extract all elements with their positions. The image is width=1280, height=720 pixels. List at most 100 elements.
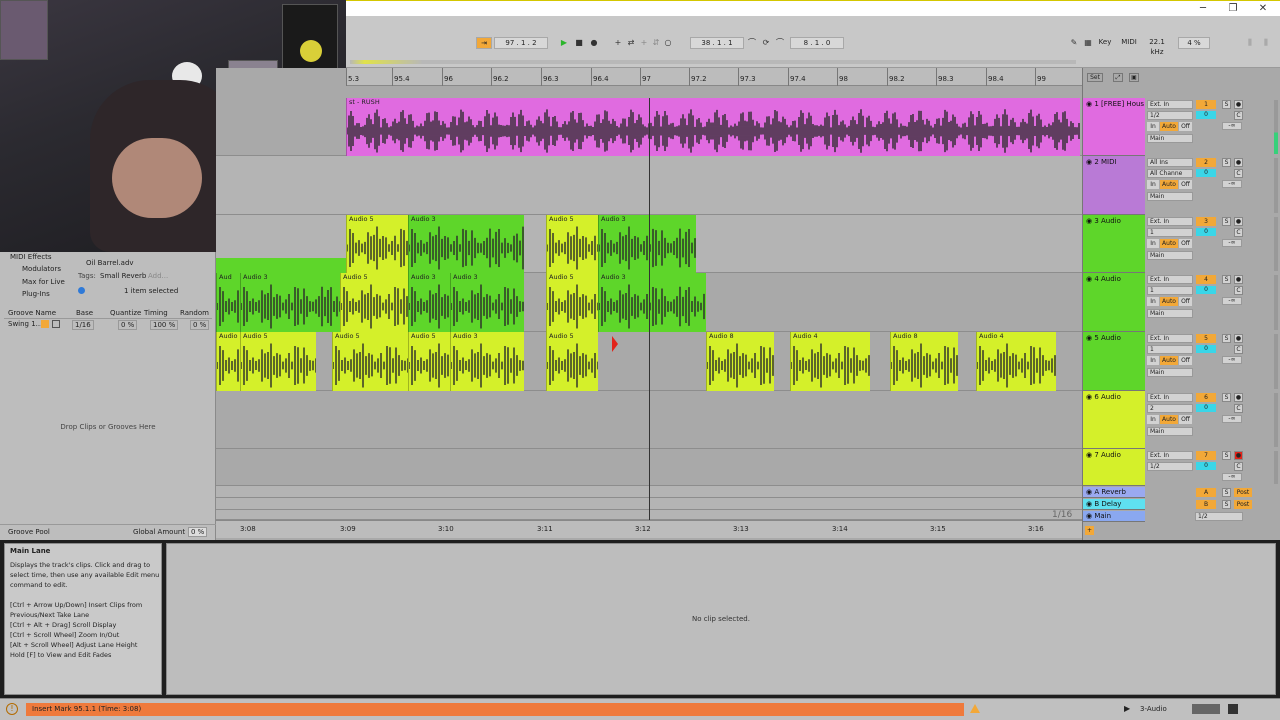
- monitor-off-button[interactable]: Off: [1179, 356, 1192, 365]
- info-icon[interactable]: [78, 287, 85, 294]
- view-toggle-icon[interactable]: ⫼: [1260, 37, 1272, 49]
- cue-button[interactable]: C: [1234, 111, 1243, 120]
- track-header[interactable]: ◉ 7 Audio: [1083, 449, 1145, 486]
- audio-clip[interactable]: Audio 3: [408, 273, 450, 332]
- return-name[interactable]: ◉ A Reverb: [1086, 488, 1126, 496]
- detail-view[interactable]: No clip selected.: [166, 543, 1276, 695]
- audio-clip[interactable]: Audio 3: [408, 215, 524, 273]
- browser-category-max-for-live[interactable]: Max for Live: [22, 278, 65, 286]
- capture-icon[interactable]: +: [638, 37, 650, 49]
- return-activator[interactable]: A: [1196, 488, 1216, 497]
- track-header[interactable]: ◉ 6 Audio: [1083, 391, 1145, 449]
- expand-icon[interactable]: ⤢: [1113, 73, 1123, 82]
- track-header[interactable]: ◉ 3 Audio: [1083, 215, 1145, 273]
- monitor-auto-button[interactable]: Auto: [1160, 122, 1178, 131]
- set-locator-button[interactable]: Set: [1087, 73, 1103, 82]
- loop-start[interactable]: 38 . 1 . 1: [690, 37, 744, 49]
- monitor-auto-button[interactable]: Auto: [1160, 356, 1178, 365]
- draw-mode-icon[interactable]: ✎: [1068, 37, 1080, 49]
- track-header[interactable]: ◉ 5 Audio: [1083, 332, 1145, 391]
- input-channel-select[interactable]: All Channe: [1147, 169, 1193, 178]
- return-solo-button[interactable]: S: [1222, 500, 1231, 509]
- loop-length[interactable]: 8 . 1 . 0: [790, 37, 844, 49]
- arm-button[interactable]: ●: [1234, 334, 1243, 343]
- input-type-select[interactable]: Ext. In: [1147, 334, 1193, 343]
- monitor-off-button[interactable]: Off: [1179, 180, 1192, 189]
- overview-icon[interactable]: ⫼: [1244, 37, 1256, 49]
- browser-category-plugins[interactable]: Plug-Ins: [22, 290, 50, 298]
- metronome-icon[interactable]: ○: [662, 37, 674, 49]
- arm-button[interactable]: ●: [1234, 217, 1243, 226]
- return-header[interactable]: ◉ B Delay: [1083, 499, 1145, 510]
- track-name[interactable]: ◉ 7 Audio: [1086, 451, 1121, 459]
- monitor-off-button[interactable]: Off: [1179, 239, 1192, 248]
- audio-clip[interactable]: Audio 3: [216, 332, 240, 391]
- time-ruler[interactable]: 3:08 3:09 3:10 3:11 3:12 3:13 3:14 3:15 3:16: [216, 520, 1082, 538]
- arm-button[interactable]: ●: [1234, 393, 1243, 402]
- add-track-icon[interactable]: +: [1085, 526, 1094, 535]
- solo-button[interactable]: S: [1222, 158, 1231, 167]
- monitor-auto-button[interactable]: Auto: [1160, 180, 1178, 189]
- output-select[interactable]: Main: [1147, 309, 1193, 318]
- monitor-auto-button[interactable]: Auto: [1160, 415, 1178, 424]
- cue-button[interactable]: C: [1234, 345, 1243, 354]
- input-channel-select[interactable]: 1/2: [1147, 462, 1193, 471]
- input-channel-select[interactable]: 1: [1147, 228, 1193, 237]
- post-button[interactable]: Post: [1234, 488, 1252, 497]
- pan-field[interactable]: -∞: [1222, 297, 1242, 305]
- volume-field[interactable]: 0: [1196, 345, 1216, 353]
- solo-button[interactable]: S: [1222, 275, 1231, 284]
- pan-field[interactable]: -∞: [1222, 415, 1242, 423]
- post-button[interactable]: Post: [1234, 500, 1252, 509]
- solo-button[interactable]: S: [1222, 100, 1231, 109]
- track-activator[interactable]: 1: [1196, 100, 1216, 109]
- input-channel-select[interactable]: 1: [1147, 345, 1193, 354]
- output-select[interactable]: Main: [1147, 134, 1193, 143]
- track-name[interactable]: ◉ 2 MIDI: [1086, 158, 1117, 166]
- input-type-select[interactable]: Ext. In: [1147, 451, 1193, 460]
- input-type-select[interactable]: Ext. In: [1147, 393, 1193, 402]
- track-activator[interactable]: 5: [1196, 334, 1216, 343]
- monitor-in-button[interactable]: In: [1147, 356, 1159, 365]
- track-name[interactable]: ◉ 6 Audio: [1086, 393, 1121, 401]
- stop-icon[interactable]: ■: [573, 37, 585, 49]
- track-name[interactable]: ◉ 5 Audio: [1086, 334, 1121, 342]
- monitor-auto-button[interactable]: Auto: [1160, 297, 1178, 306]
- main-output-select[interactable]: 1/2: [1195, 512, 1243, 521]
- cue-button[interactable]: C: [1234, 228, 1243, 237]
- groove-random[interactable]: 0 %: [190, 320, 210, 330]
- track-activator[interactable]: 4: [1196, 275, 1216, 284]
- browser-file-item[interactable]: Oil Barrel.adv: [86, 259, 134, 267]
- computer-keyboard-icon[interactable]: ▦: [1082, 37, 1094, 49]
- track-name[interactable]: ◉ 3 Audio: [1086, 217, 1121, 225]
- input-type-select[interactable]: Ext. In: [1147, 217, 1193, 226]
- return-header[interactable]: ◉ Main: [1083, 511, 1145, 522]
- output-select[interactable]: Main: [1147, 427, 1193, 436]
- solo-button[interactable]: S: [1222, 451, 1231, 460]
- audio-clip[interactable]: Audio 5: [340, 273, 408, 332]
- track-header[interactable]: ◉ 2 MIDI: [1083, 156, 1145, 215]
- warning-icon[interactable]: !: [6, 703, 18, 715]
- input-type-select[interactable]: Ext. In: [1147, 100, 1193, 109]
- track-header[interactable]: ◉ 4 Audio: [1083, 273, 1145, 332]
- cue-button[interactable]: C: [1234, 169, 1243, 178]
- alert-icon[interactable]: [970, 704, 980, 713]
- pan-field[interactable]: -∞: [1222, 356, 1242, 364]
- groove-name[interactable]: Swing 1...: [8, 320, 42, 328]
- groove-timing[interactable]: 100 %: [150, 320, 179, 330]
- solo-button[interactable]: S: [1222, 217, 1231, 226]
- session-record-icon[interactable]: ⇵: [650, 37, 662, 49]
- output-select[interactable]: Main: [1147, 368, 1193, 377]
- record-icon[interactable]: ●: [588, 37, 600, 49]
- input-channel-select[interactable]: 2: [1147, 404, 1193, 413]
- input-channel-select[interactable]: 1/2: [1147, 111, 1193, 120]
- pan-field[interactable]: -∞: [1222, 239, 1242, 247]
- arm-button[interactable]: ●: [1234, 158, 1243, 167]
- automation-arm-icon[interactable]: ⇄: [625, 37, 637, 49]
- overdub-icon[interactable]: +: [612, 37, 624, 49]
- audio-clip[interactable]: Audio 3: [598, 273, 706, 332]
- groove-base[interactable]: 1/16: [72, 320, 94, 330]
- audio-clip[interactable]: Audio 3: [450, 273, 524, 332]
- audio-clip[interactable]: Audio 5: [332, 332, 408, 391]
- add-tag-button[interactable]: Add...: [148, 272, 168, 280]
